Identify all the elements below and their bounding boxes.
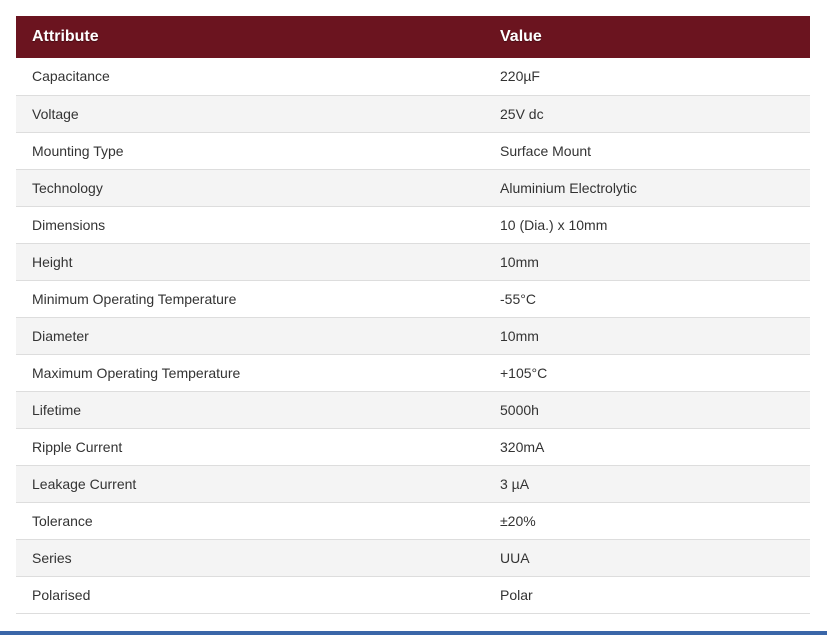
attribute-cell: Minimum Operating Temperature — [32, 290, 237, 307]
attribute-cell: Voltage — [32, 105, 79, 122]
table-row: Leakage Current 3 µA — [16, 465, 810, 502]
table-row: Minimum Operating Temperature -55°C — [16, 280, 810, 317]
table-row: Diameter 10mm — [16, 317, 810, 354]
table-row: Voltage 25V dc — [16, 95, 810, 132]
value-cell: 3 µA — [500, 475, 530, 492]
table-header-row: Attribute Value — [16, 16, 810, 58]
value-cell: Aluminium Electrolytic — [500, 179, 637, 196]
table-row: Dimensions 10 (Dia.) x 10mm — [16, 206, 810, 243]
attribute-cell: Technology — [32, 179, 103, 196]
table-row: Maximum Operating Temperature +105°C — [16, 354, 810, 391]
table-row: Series UUA — [16, 539, 810, 576]
specifications-table: Attribute Value Capacitance 220µF Voltag… — [16, 16, 810, 614]
table-row: Lifetime 5000h — [16, 391, 810, 428]
attribute-cell: Dimensions — [32, 216, 106, 233]
attribute-cell: Height — [32, 253, 73, 270]
value-cell: 10 (Dia.) x 10mm — [500, 216, 608, 233]
value-cell: Surface Mount — [500, 142, 592, 159]
value-cell: 5000h — [500, 401, 539, 418]
attribute-cell: Leakage Current — [32, 475, 137, 492]
value-cell: ±20% — [500, 512, 536, 529]
attribute-cell: Polarised — [32, 586, 91, 603]
attribute-column-header: Attribute — [32, 28, 99, 45]
value-cell: 320mA — [500, 438, 545, 455]
attribute-cell: Maximum Operating Temperature — [32, 364, 241, 381]
table-row: Technology Aluminium Electrolytic — [16, 169, 810, 206]
value-cell: 10mm — [500, 327, 539, 344]
attribute-cell: Diameter — [32, 327, 89, 344]
attribute-cell: Mounting Type — [32, 142, 124, 159]
value-cell: 25V dc — [500, 105, 544, 122]
table-body: Capacitance 220µF Voltage 25V dc Mountin… — [16, 58, 810, 613]
attribute-cell: Capacitance — [32, 68, 110, 85]
table-row: Ripple Current 320mA — [16, 428, 810, 465]
value-cell: 10mm — [500, 253, 539, 270]
value-cell: +105°C — [500, 364, 548, 381]
attribute-cell: Ripple Current — [32, 438, 123, 455]
bottom-accent-bar — [0, 631, 827, 635]
value-cell: Polar — [500, 586, 533, 603]
table-row: Mounting Type Surface Mount — [16, 132, 810, 169]
table-row: Polarised Polar — [16, 576, 810, 613]
table-row: Height 10mm — [16, 243, 810, 280]
attribute-cell: Series — [32, 549, 72, 566]
attribute-cell: Lifetime — [32, 401, 82, 418]
value-cell: UUA — [500, 549, 530, 566]
table-header: Attribute Value — [16, 16, 810, 58]
value-cell: 220µF — [500, 68, 540, 85]
value-column-header: Value — [500, 28, 542, 45]
value-cell: -55°C — [500, 290, 536, 307]
table-row: Tolerance ±20% — [16, 502, 810, 539]
table-row: Capacitance 220µF — [16, 58, 810, 95]
spec-page: Attribute Value Capacitance 220µF Voltag… — [0, 0, 827, 635]
attribute-cell: Tolerance — [32, 512, 93, 529]
